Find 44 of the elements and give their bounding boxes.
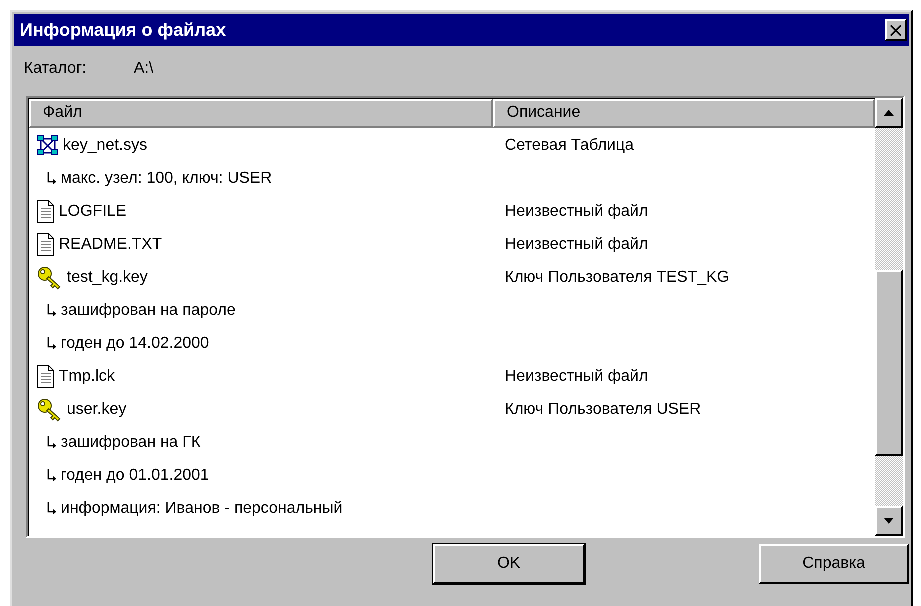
- file-name[interactable]: README.TXT: [59, 236, 162, 254]
- window-title: Информация о файлах: [20, 20, 226, 40]
- file-detail: зашифрован на пароле: [61, 302, 236, 320]
- key-icon: [37, 398, 63, 422]
- file-name[interactable]: key_net.sys: [63, 136, 148, 154]
- catalog-value: A:\: [134, 60, 154, 79]
- file-name[interactable]: user.key: [67, 400, 127, 418]
- file-name[interactable]: test_kg.key: [67, 268, 148, 286]
- network-icon: [37, 134, 59, 156]
- column-header[interactable]: Описание: [493, 99, 875, 128]
- file-detail: макс. узел: 100, ключ: USER: [61, 170, 272, 188]
- catalog-label: Каталог:: [24, 60, 88, 79]
- close-button[interactable]: ×: [885, 19, 907, 41]
- scroll-down-button[interactable]: [875, 506, 903, 536]
- branch-arrow-icon: [47, 502, 57, 516]
- file-description: Сетевая Таблица: [505, 136, 634, 154]
- document-icon: [37, 200, 55, 224]
- branch-arrow-icon: [47, 336, 57, 350]
- down-arrow-icon: [884, 518, 894, 524]
- file-name[interactable]: Tmp.lck: [59, 368, 115, 386]
- branch-arrow-icon: [47, 304, 57, 318]
- branch-arrow-icon: [47, 436, 57, 450]
- file-name[interactable]: LOGFILE: [59, 202, 127, 220]
- column-header[interactable]: Файл: [29, 99, 493, 128]
- up-arrow-icon: [884, 110, 894, 116]
- document-icon: [37, 364, 55, 388]
- file-description: Неизвестный файл: [505, 236, 648, 254]
- file-detail: годен до 14.02.2000: [61, 334, 210, 352]
- scrollbar[interactable]: [875, 98, 903, 536]
- file-description: Неизвестный файл: [505, 202, 648, 220]
- file-detail: годен до 01.01.2001: [61, 466, 210, 484]
- help-button[interactable]: Справка: [759, 544, 909, 584]
- branch-arrow-icon: [47, 172, 57, 186]
- scroll-thumb[interactable]: [875, 270, 903, 456]
- file-description: Ключ Пользователя TEST_KG: [505, 268, 730, 286]
- file-detail: информация: Иванов - персональный: [61, 500, 343, 518]
- document-icon: [37, 232, 55, 256]
- file-description: Неизвестный файл: [505, 368, 648, 386]
- scroll-up-button[interactable]: [875, 98, 903, 128]
- branch-arrow-icon: [47, 468, 57, 482]
- ok-button[interactable]: OK: [433, 544, 585, 584]
- key-icon: [37, 266, 63, 290]
- file-detail: зашифрован на ГК: [61, 434, 201, 452]
- file-description: Ключ Пользователя USER: [505, 400, 702, 418]
